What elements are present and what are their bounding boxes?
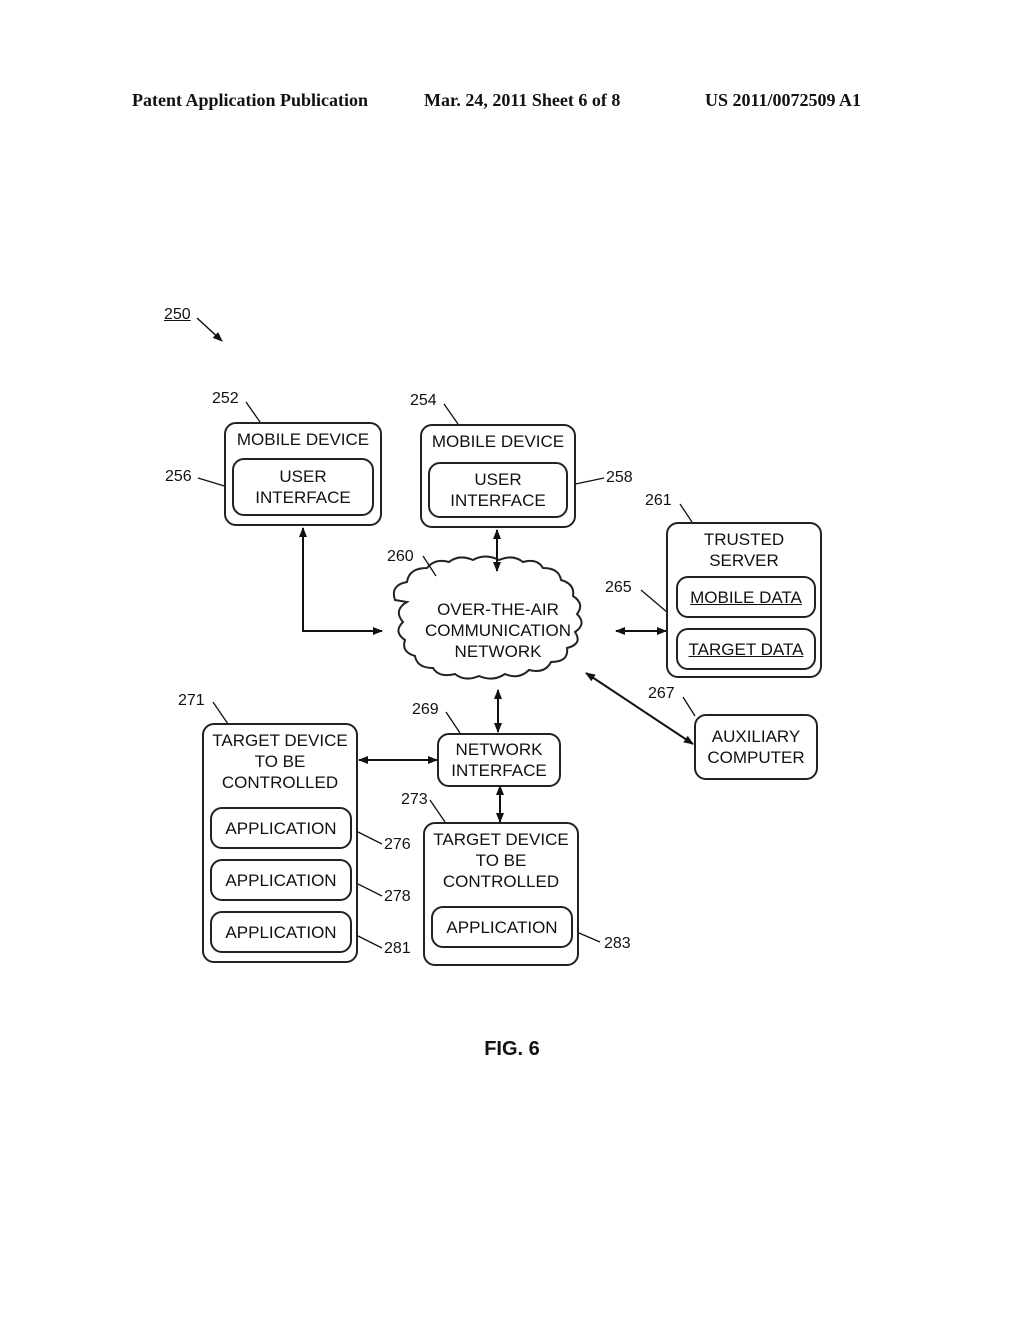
target1-line1: TARGET DEVICE bbox=[212, 731, 348, 750]
target2-line1: TARGET DEVICE bbox=[433, 830, 569, 849]
link-network-aux bbox=[585, 672, 694, 745]
target2-application: APPLICATION bbox=[431, 906, 573, 948]
mobile-device-2-title: MOBILE DEVICE bbox=[431, 432, 565, 451]
user-interface-1: USER INTERFACE bbox=[232, 458, 374, 516]
target-device-1: TARGET DEVICE TO BE CONTROLLED APPLICATI… bbox=[202, 723, 358, 963]
ref-269: 269 bbox=[412, 701, 439, 718]
ref-252: 252 bbox=[212, 390, 239, 407]
auxiliary-computer: AUXILIARY COMPUTER bbox=[694, 714, 818, 780]
mobile-data: MOBILE DATA bbox=[676, 576, 816, 618]
ref-267: 267 bbox=[648, 685, 675, 702]
ref-283: 283 bbox=[604, 935, 631, 952]
ref-265: 265 bbox=[605, 579, 632, 596]
netif-line1: NETWORK bbox=[455, 740, 543, 759]
target-data: TARGET DATA bbox=[676, 628, 816, 670]
aux-line1: AUXILIARY bbox=[711, 727, 801, 746]
network-label: OVER-THE-AIR COMMUNICATION NETWORK bbox=[405, 598, 591, 662]
ref-260: 260 bbox=[387, 548, 414, 565]
target1-line2: TO BE bbox=[254, 752, 306, 771]
trusted-server-line1: TRUSTED bbox=[703, 530, 785, 549]
ref-250: 250 bbox=[164, 306, 191, 323]
ref-278: 278 bbox=[384, 888, 411, 905]
trusted-server-line2: SERVER bbox=[709, 551, 779, 570]
ui-2-line2: INTERFACE bbox=[450, 491, 546, 510]
ref-281: 281 bbox=[384, 940, 411, 957]
network-line3: NETWORK bbox=[454, 641, 542, 661]
network-line2: COMMUNICATION bbox=[424, 620, 572, 640]
target1-application-1: APPLICATION bbox=[210, 807, 352, 849]
ui-1-line2: INTERFACE bbox=[255, 488, 351, 507]
netif-line2: INTERFACE bbox=[451, 761, 547, 780]
ui-1-line1: USER bbox=[279, 467, 327, 486]
ref-254: 254 bbox=[410, 392, 437, 409]
ref-258: 258 bbox=[606, 469, 633, 486]
network-line1: OVER-THE-AIR bbox=[437, 599, 559, 619]
target1-application-2: APPLICATION bbox=[210, 859, 352, 901]
figure-caption: FIG. 6 bbox=[484, 1038, 540, 1060]
ui-2-line1: USER bbox=[474, 470, 522, 489]
ref-250-arrow bbox=[196, 317, 223, 342]
trusted-server: TRUSTED SERVER MOBILE DATA TARGET DATA bbox=[666, 522, 822, 678]
ref-273: 273 bbox=[401, 791, 428, 808]
target1-line3: CONTROLLED bbox=[221, 773, 339, 792]
network-interface: NETWORK INTERFACE bbox=[437, 733, 561, 787]
ref-271: 271 bbox=[178, 692, 205, 709]
ref-276: 276 bbox=[384, 836, 411, 853]
ref-261: 261 bbox=[645, 492, 672, 509]
user-interface-2: USER INTERFACE bbox=[428, 462, 568, 518]
mobile-device-1: MOBILE DEVICE USER INTERFACE bbox=[224, 422, 382, 526]
mobile-device-1-title: MOBILE DEVICE bbox=[236, 430, 370, 449]
target2-line2: TO BE bbox=[475, 851, 527, 870]
aux-line2: COMPUTER bbox=[707, 748, 805, 767]
target1-application-3: APPLICATION bbox=[210, 911, 352, 953]
mobile-device-2: MOBILE DEVICE USER INTERFACE bbox=[420, 424, 576, 528]
target-device-2: TARGET DEVICE TO BE CONTROLLED APPLICATI… bbox=[423, 822, 579, 966]
ref-256: 256 bbox=[165, 468, 192, 485]
link-md1-network bbox=[299, 527, 383, 635]
target2-line3: CONTROLLED bbox=[442, 872, 560, 891]
